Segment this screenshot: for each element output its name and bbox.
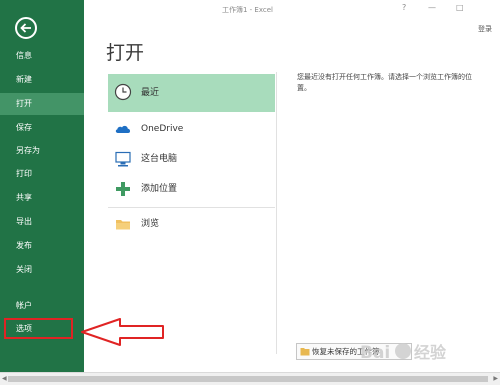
minimize-button[interactable]: — [428, 3, 436, 12]
sidebar-item-print[interactable]: 打印 [0, 163, 84, 185]
folder-icon [300, 348, 310, 356]
svg-text:经验: 经验 [414, 343, 447, 362]
folder-icon [116, 220, 130, 230]
sidebar-item-save-as[interactable]: 另存为 [0, 140, 84, 162]
help-button[interactable]: ? [402, 3, 406, 12]
options-highlight-box [4, 318, 73, 339]
location-divider [108, 207, 275, 208]
sidebar-item-publish[interactable]: 发布 [0, 235, 84, 257]
location-recent[interactable]: 最近 [108, 74, 275, 112]
computer-icon [115, 151, 131, 167]
back-arrow-icon [20, 23, 31, 33]
sidebar-item-close[interactable]: 关闭 [0, 259, 84, 281]
scroll-left-icon[interactable]: ◀ [2, 375, 7, 382]
scroll-thumb[interactable] [8, 376, 488, 382]
maximize-button[interactable]: □ [456, 3, 464, 12]
sidebar-item-open[interactable]: 打开 [0, 93, 84, 115]
sidebar-item-save[interactable]: 保存 [0, 117, 84, 139]
location-onedrive-label: OneDrive [141, 124, 184, 134]
recent-empty-message: 您最近没有打开任何工作簿。请选择一个浏览工作簿的位置。 [297, 73, 472, 92]
sidebar-item-new[interactable]: 新建 [0, 69, 84, 91]
sidebar-item-export[interactable]: 导出 [0, 211, 84, 233]
sidebar-item-share[interactable]: 共享 [0, 187, 84, 209]
sidebar-item-info[interactable]: 信息 [0, 45, 84, 67]
page-title: 打开 [106, 42, 145, 64]
cloud-icon [115, 125, 131, 133]
plus-icon [116, 182, 130, 196]
location-add-place[interactable]: 添加位置 [108, 174, 275, 204]
location-recent-label: 最近 [141, 88, 160, 98]
back-button[interactable] [15, 17, 37, 39]
horizontal-scrollbar[interactable]: ◀ ▶ [0, 372, 500, 385]
scroll-right-icon[interactable]: ▶ [493, 375, 498, 382]
sidebar-item-account[interactable]: 帐户 [0, 295, 84, 317]
svg-text:Bai: Bai [360, 343, 390, 363]
pane-divider [276, 72, 277, 354]
location-onedrive[interactable]: OneDrive [108, 114, 275, 144]
clock-icon [114, 83, 132, 101]
location-this-pc[interactable]: 这台电脑 [108, 144, 275, 174]
signin-link[interactable]: 登录 [478, 24, 492, 34]
baidu-watermark: Bai 经验 [360, 343, 447, 363]
location-this-pc-label: 这台电脑 [141, 154, 178, 164]
location-browse[interactable]: 浏览 [108, 209, 275, 239]
annotation-arrow-icon [81, 318, 164, 346]
window-title: 工作簿1 - Excel [222, 6, 273, 14]
location-add-place-label: 添加位置 [141, 184, 178, 194]
location-browse-label: 浏览 [141, 219, 160, 229]
